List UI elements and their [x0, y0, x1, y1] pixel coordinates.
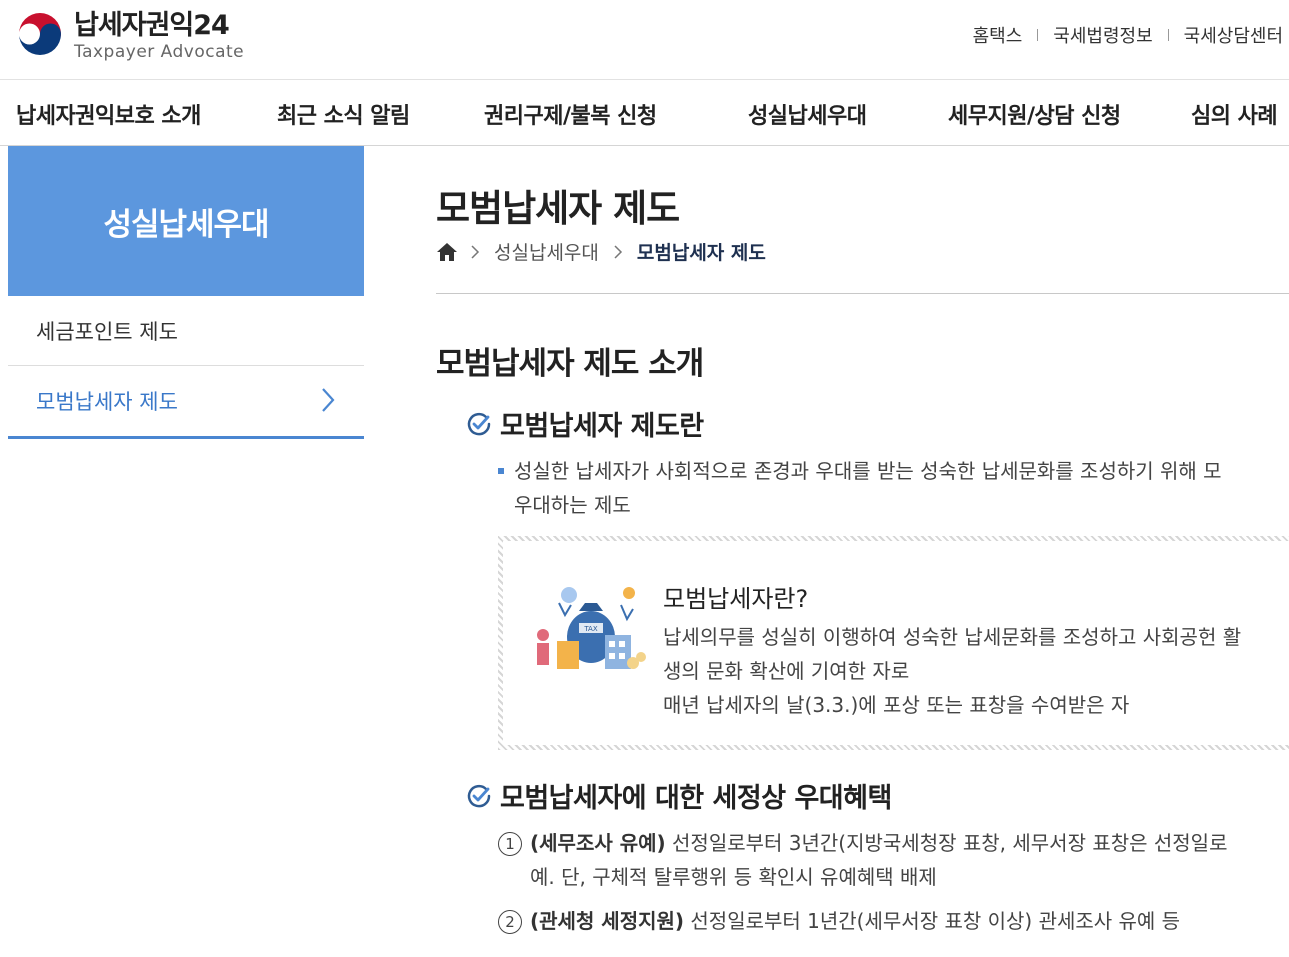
- section-title: 모범납세자 제도 소개: [436, 346, 704, 382]
- bullet-icon: [498, 467, 504, 474]
- site-logo[interactable]: 납세자권익24 Taxpayer Advocate: [14, 10, 244, 62]
- subsection-title-text: 모범납세자에 대한 세정상 우대혜택: [500, 783, 892, 814]
- number-badge: 1: [498, 831, 522, 856]
- sidebar-header: 성실납세우대: [8, 146, 364, 296]
- tax-money-bag-illustration-icon: TAX: [537, 587, 646, 669]
- subsection-title-definition: 모범납세자 제도란: [466, 404, 704, 443]
- page-title: 모범납세자 제도: [436, 187, 680, 230]
- chevron-right-icon: [322, 388, 335, 412]
- bullet-text-line: 우대하는 제도: [514, 493, 631, 517]
- benefit-text: 선정일로부터 1년간(세무서장 표창 이상) 관세조사 유예 등: [684, 909, 1181, 933]
- benefit-text-continued: 예. 단, 구체적 탈루행위 등 확인시 유예혜택 배제: [530, 865, 937, 889]
- util-link-hometax[interactable]: 홈택스: [973, 22, 1023, 48]
- benefit-item: 1 (세무조사 유예) 선정일로부터 3년간(지방국세청장 표창, 세무서장 표창…: [498, 826, 1228, 860]
- gnb-item-remedy[interactable]: 권리구제/불복 신청: [484, 98, 657, 130]
- util-link-counsel-center[interactable]: 국세상담센터: [1184, 22, 1283, 48]
- logo-title: 납세자권익24: [74, 10, 230, 41]
- site-header: 납세자권익24 Taxpayer Advocate 홈택스 국세법령정보 국세상…: [0, 0, 1289, 80]
- sidebar-item-model-taxpayer[interactable]: 모범납세자 제도: [8, 366, 364, 439]
- subsection-title-benefits: 모범납세자에 대한 세정상 우대혜택: [466, 776, 892, 815]
- box-text-line: 매년 납세자의 날(3.3.)에 포상 또는 표창을 수여받은 자: [663, 693, 1130, 717]
- utility-links: 홈택스 국세법령정보 국세상담센터: [973, 22, 1283, 48]
- breadcrumb-item[interactable]: 성실납세우대: [494, 238, 599, 265]
- sidebar-item-label: 모범납세자 제도: [36, 390, 178, 414]
- gnb-item-cases[interactable]: 심의 사례: [1191, 98, 1278, 130]
- taegeuk-logo-icon: [15, 11, 65, 61]
- title-divider: [436, 293, 1289, 294]
- number-badge: 2: [498, 909, 522, 934]
- chevron-right-icon: [471, 244, 480, 259]
- global-nav: 납세자권익보호 소개 최근 소식 알림 권리구제/불복 신청 성실납세우대 세무…: [0, 80, 1289, 146]
- gnb-item-sincere-taxpayer[interactable]: 성실납세우대: [748, 98, 867, 130]
- svg-text:TAX: TAX: [583, 625, 598, 633]
- bullet-text-line: 성실한 납세자가 사회적으로 존경과 우대를 받는 성숙한 납세문화를 조성하기…: [514, 459, 1222, 483]
- chevron-right-icon: [614, 244, 622, 259]
- util-divider: [1037, 29, 1039, 41]
- sidebar-item-tax-point[interactable]: 세금포인트 제도: [8, 296, 364, 366]
- check-circle-icon: [467, 784, 491, 807]
- gnb-item-news[interactable]: 최근 소식 알림: [277, 98, 410, 130]
- benefit-item: 2 (관세청 세정지원) 선정일로부터 1년간(세무서장 표창 이상) 관세조사 …: [498, 904, 1180, 938]
- benefit-heading: (세무조사 유예): [530, 831, 666, 855]
- util-divider: [1167, 29, 1169, 41]
- gnb-item-about[interactable]: 납세자권익보호 소개: [16, 98, 201, 130]
- box-title: 모범납세자란?: [663, 585, 809, 613]
- logo-subtitle: Taxpayer Advocate: [74, 42, 245, 62]
- sidebar-title: 성실납세우대: [103, 206, 269, 243]
- benefit-heading: (관세청 세정지원): [530, 909, 685, 933]
- breadcrumb-current: 모범납세자 제도: [636, 242, 766, 264]
- breadcrumb: 성실납세우대 모범납세자 제도: [436, 238, 766, 265]
- home-icon[interactable]: [436, 241, 458, 263]
- box-text-line: 생의 문화 확산에 기여한 자로: [663, 659, 910, 683]
- box-text-line: 납세의무를 성실히 이행하여 성숙한 납세문화를 조성하고 사회공헌 활: [663, 625, 1242, 649]
- check-circle-icon: [467, 412, 491, 435]
- benefit-text: 선정일로부터 3년간(지방국세청장 표창, 세무서장 표창은 선정일로: [665, 831, 1228, 855]
- sidebar-item-label: 세금포인트 제도: [36, 320, 178, 344]
- util-link-law-info[interactable]: 국세법령정보: [1053, 22, 1152, 48]
- definition-box: TAX 모범납세자란? 납세의무를 성실히 이행하여 성숙한 납세문화를 조성하…: [498, 536, 1289, 750]
- gnb-item-support[interactable]: 세무지원/상담 신청: [948, 98, 1121, 130]
- subsection-title-text: 모범납세자 제도란: [500, 411, 704, 442]
- definition-bullet: 성실한 납세자가 사회적으로 존경과 우대를 받는 성숙한 납세문화를 조성하기…: [498, 454, 1289, 522]
